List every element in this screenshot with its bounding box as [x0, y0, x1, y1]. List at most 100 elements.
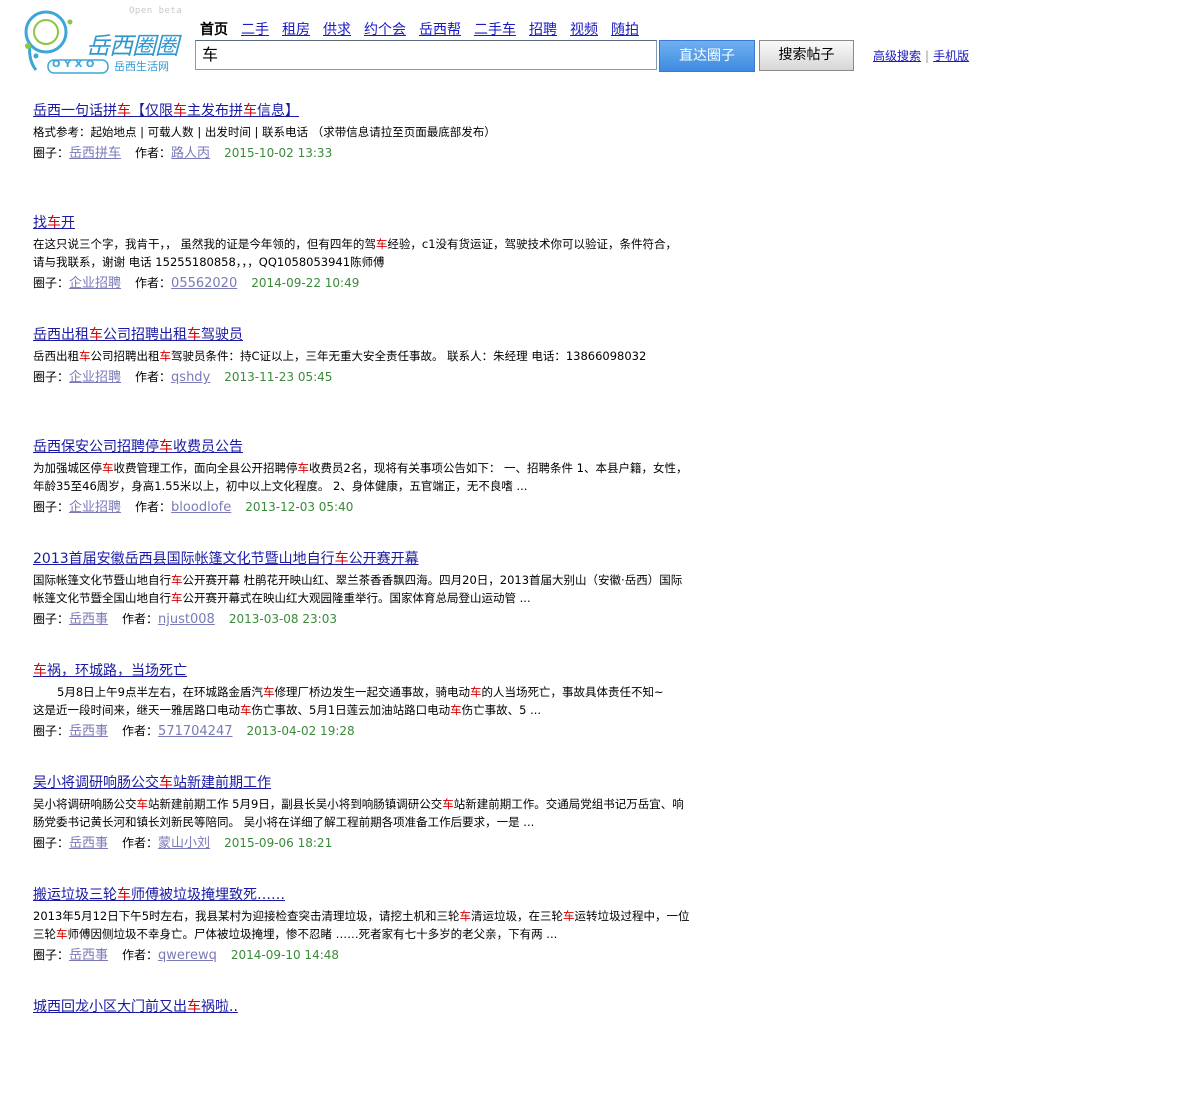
- highlight-term: 车: [442, 797, 454, 811]
- result-title-link[interactable]: 找车开: [33, 212, 723, 234]
- snippet-line: 5月8日上午9点半左右，在环城路金盾汽车修理厂桥边发生一起交通事故，骑电动车的人…: [57, 685, 664, 699]
- circle-link[interactable]: 岳西拼车: [69, 146, 121, 161]
- search-input[interactable]: [195, 40, 657, 70]
- result-title-link[interactable]: 搬运垃圾三轮车师傅被垃圾掩埋致死……: [33, 884, 723, 906]
- highlight-term: 车: [171, 573, 183, 587]
- result-item: 搬运垃圾三轮车师傅被垃圾掩埋致死…… 2013年5月12日下午5时左右，我县某村为…: [33, 884, 723, 996]
- nav-item[interactable]: 供求: [323, 22, 351, 38]
- nav-item[interactable]: 岳西帮: [419, 22, 461, 38]
- highlight-term: 车: [459, 909, 472, 923]
- mobile-version-link[interactable]: 手机版: [933, 49, 969, 63]
- result-title-link[interactable]: 车祸，环城路，当场死亡: [33, 660, 723, 682]
- snippet-line: 三轮车师傅因侧垃圾不幸身亡。尸体被垃圾掩埋，惨不忍睹 ……死者家有七十多岁的老父…: [33, 927, 558, 941]
- result-item: 岳西一句话拼车【仅限车主发布拼车信息】格式参考：起始地点 | 可载人数 | 出发…: [33, 100, 723, 212]
- author-link[interactable]: qshdy: [171, 370, 210, 385]
- post-time: 2014-09-10 14:48: [230, 948, 340, 962]
- result-snippet: 岳西出租车公司招聘出租车驾驶员条件：持C证以上，三年无重大安全责任事故。 联系人…: [33, 347, 723, 365]
- post-time: 2013-12-03 05:40: [245, 500, 354, 514]
- result-snippet: 在这只说三个字，我肯干，， 虽然我的证是今年领的，但有四年的驾车经验，c1没有货…: [33, 235, 723, 271]
- result-title-link[interactable]: 岳西一句话拼车【仅限车主发布拼车信息】: [33, 100, 723, 122]
- go-to-circle-button[interactable]: 直达圈子: [659, 40, 755, 72]
- result-meta: 圈子：企业招聘 作者：bloodlofe 2013-12-03 05:40: [33, 497, 723, 518]
- snippet-line: 吴小将调研响肠公交车站新建前期工作 5月9日，副县长吴小将到响肠镇调研公交车站新…: [33, 797, 684, 811]
- circle-link[interactable]: 企业招聘: [69, 500, 121, 515]
- highlight-term: 车: [79, 349, 91, 363]
- nav-item[interactable]: 首页: [200, 22, 228, 38]
- nav-item[interactable]: 二手: [241, 22, 269, 38]
- circle-link[interactable]: 企业招聘: [69, 276, 121, 291]
- result-title-link[interactable]: 城西回龙小区大门前又出车祸啦..: [33, 996, 723, 1018]
- circle-label: 圈子：: [33, 146, 70, 160]
- result-meta: 圈子：岳西拼车 作者：路人丙 2015-10-02 13:33: [33, 143, 723, 164]
- result-title-link[interactable]: 2013首届安徽岳西县国际帐篷文化节暨山地自行车公开赛开幕: [33, 548, 723, 570]
- snippet-line: 这是近一段时间来，继天一雅居路口电动车伤亡事故、5月1日莲云加油站路口电动车伤亡…: [33, 703, 542, 717]
- result-title-link[interactable]: 吴小将调研响肠公交车站新建前期工作: [33, 772, 723, 794]
- nav-item[interactable]: 约个会: [364, 22, 406, 38]
- result-title-link[interactable]: 岳西出租车公司招聘出租车驾驶员: [33, 324, 723, 346]
- result-snippet: 为加强城区停车收费管理工作，面向全县公开招聘停车收费员2名，现将有关事项公告如下…: [33, 459, 723, 495]
- result-item: 车祸，环城路，当场死亡 5月8日上午9点半左右，在环城路金盾汽车修理厂桥边发生一起…: [33, 660, 723, 772]
- circle-link[interactable]: 岳西事: [69, 724, 108, 739]
- post-time: 2015-10-02 13:33: [224, 146, 333, 160]
- result-item: 城西回龙小区大门前又出车祸啦..: [33, 996, 723, 1108]
- nav-item[interactable]: 随拍: [611, 22, 639, 38]
- snippet-line: 年龄35至46周岁，身高1.55米以上，初中以上文化程度。 2、身体健康，五官端…: [33, 479, 528, 493]
- circle-label: 圈子：: [33, 724, 70, 738]
- result-title-link[interactable]: 岳西保安公司招聘停车收费员公告: [33, 436, 723, 458]
- highlight-term: 车: [89, 327, 103, 343]
- snippet-line: 为加强城区停车收费管理工作，面向全县公开招聘停车收费员2名，现将有关事项公告如下…: [33, 461, 688, 475]
- advanced-search-link[interactable]: 高级搜索: [873, 49, 921, 63]
- circle-label: 圈子：: [33, 500, 70, 514]
- circle-label: 圈子：: [33, 948, 70, 962]
- snippet-line: 国际帐篷文化节暨山地自行车公开赛开幕 杜鹃花开映山红、翠兰茶香香飘四海。四月20…: [33, 573, 683, 587]
- nav-item[interactable]: 视频: [570, 22, 598, 38]
- header-links: 高级搜索 | 手机版: [873, 47, 969, 64]
- author-link[interactable]: 蒙山小刘: [158, 836, 210, 851]
- open-beta-badge: Open beta: [129, 6, 183, 16]
- result-meta: 圈子：岳西事 作者：qwerewq 2014-09-10 14:48: [33, 945, 723, 966]
- nav-item[interactable]: 租房: [282, 22, 310, 38]
- post-time: 2015-09-06 18:21: [224, 836, 333, 850]
- circle-link[interactable]: 岳西事: [69, 836, 108, 851]
- nav-item[interactable]: 招聘: [529, 22, 557, 38]
- author-label: 作者：: [135, 370, 172, 384]
- search-posts-button[interactable]: 搜索帖子: [759, 40, 854, 71]
- header: 岳西圈圈 O Y X O 岳西生活网 Open beta 首页 二手 租房 供求 约个会…: [0, 0, 1201, 90]
- highlight-term: 车: [334, 551, 349, 567]
- highlight-term: 车: [159, 439, 173, 455]
- author-label: 作者：: [122, 836, 159, 850]
- search-results: 岳西一句话拼车【仅限车主发布拼车信息】格式参考：起始地点 | 可载人数 | 出发…: [33, 100, 723, 1108]
- result-snippet: 5月8日上午9点半左右，在环城路金盾汽车修理厂桥边发生一起交通事故，骑电动车的人…: [33, 683, 723, 719]
- highlight-term: 车: [33, 663, 47, 679]
- circle-link[interactable]: 企业招聘: [69, 370, 121, 385]
- snippet-line: 格式参考：起始地点 | 可载人数 | 出发时间 | 联系电话 （求带信息请拉至页…: [33, 125, 496, 139]
- highlight-term: 车: [187, 327, 201, 343]
- circle-link[interactable]: 岳西事: [69, 948, 108, 963]
- author-link[interactable]: 571704247: [158, 724, 232, 739]
- author-label: 作者：: [135, 500, 172, 514]
- highlight-term: 车: [173, 103, 187, 119]
- highlight-term: 车: [563, 909, 575, 923]
- author-link[interactable]: njust008: [158, 612, 215, 627]
- highlight-term: 车: [117, 103, 131, 119]
- author-link[interactable]: 05562020: [171, 276, 237, 291]
- highlight-term: 车: [136, 797, 149, 811]
- snippet-line: 岳西出租车公司招聘出租车驾驶员条件：持C证以上，三年无重大安全责任事故。 联系人…: [33, 349, 647, 363]
- author-label: 作者：: [135, 146, 172, 160]
- result-snippet: 国际帐篷文化节暨山地自行车公开赛开幕 杜鹃花开映山红、翠兰茶香香飘四海。四月20…: [33, 571, 723, 607]
- highlight-term: 车: [47, 215, 61, 231]
- snippet-line: 肠党委书记黄长河和镇长刘新民等陪同。 吴小将在详细了解工程前期各项准备工作后要求…: [33, 815, 535, 829]
- author-link[interactable]: bloodlofe: [171, 500, 231, 515]
- author-link[interactable]: 路人丙: [171, 146, 210, 161]
- author-label: 作者：: [122, 948, 159, 962]
- result-meta: 圈子：岳西事 作者：571704247 2013-04-02 19:28: [33, 721, 723, 742]
- circle-link[interactable]: 岳西事: [69, 612, 108, 627]
- nav-item[interactable]: 二手车: [474, 22, 516, 38]
- highlight-term: 车: [297, 461, 310, 475]
- snippet-line: 帐篷文化节暨全国山地自行车公开赛开幕式在映山红大观园隆重举行。国家体育总局登山运…: [33, 591, 531, 605]
- post-time: 2014-09-22 10:49: [251, 276, 360, 290]
- highlight-term: 车: [243, 103, 257, 119]
- author-link[interactable]: qwerewq: [158, 948, 217, 963]
- result-meta: 圈子：企业招聘 作者：05562020 2014-09-22 10:49: [33, 273, 723, 294]
- highlight-term: 车: [102, 461, 114, 475]
